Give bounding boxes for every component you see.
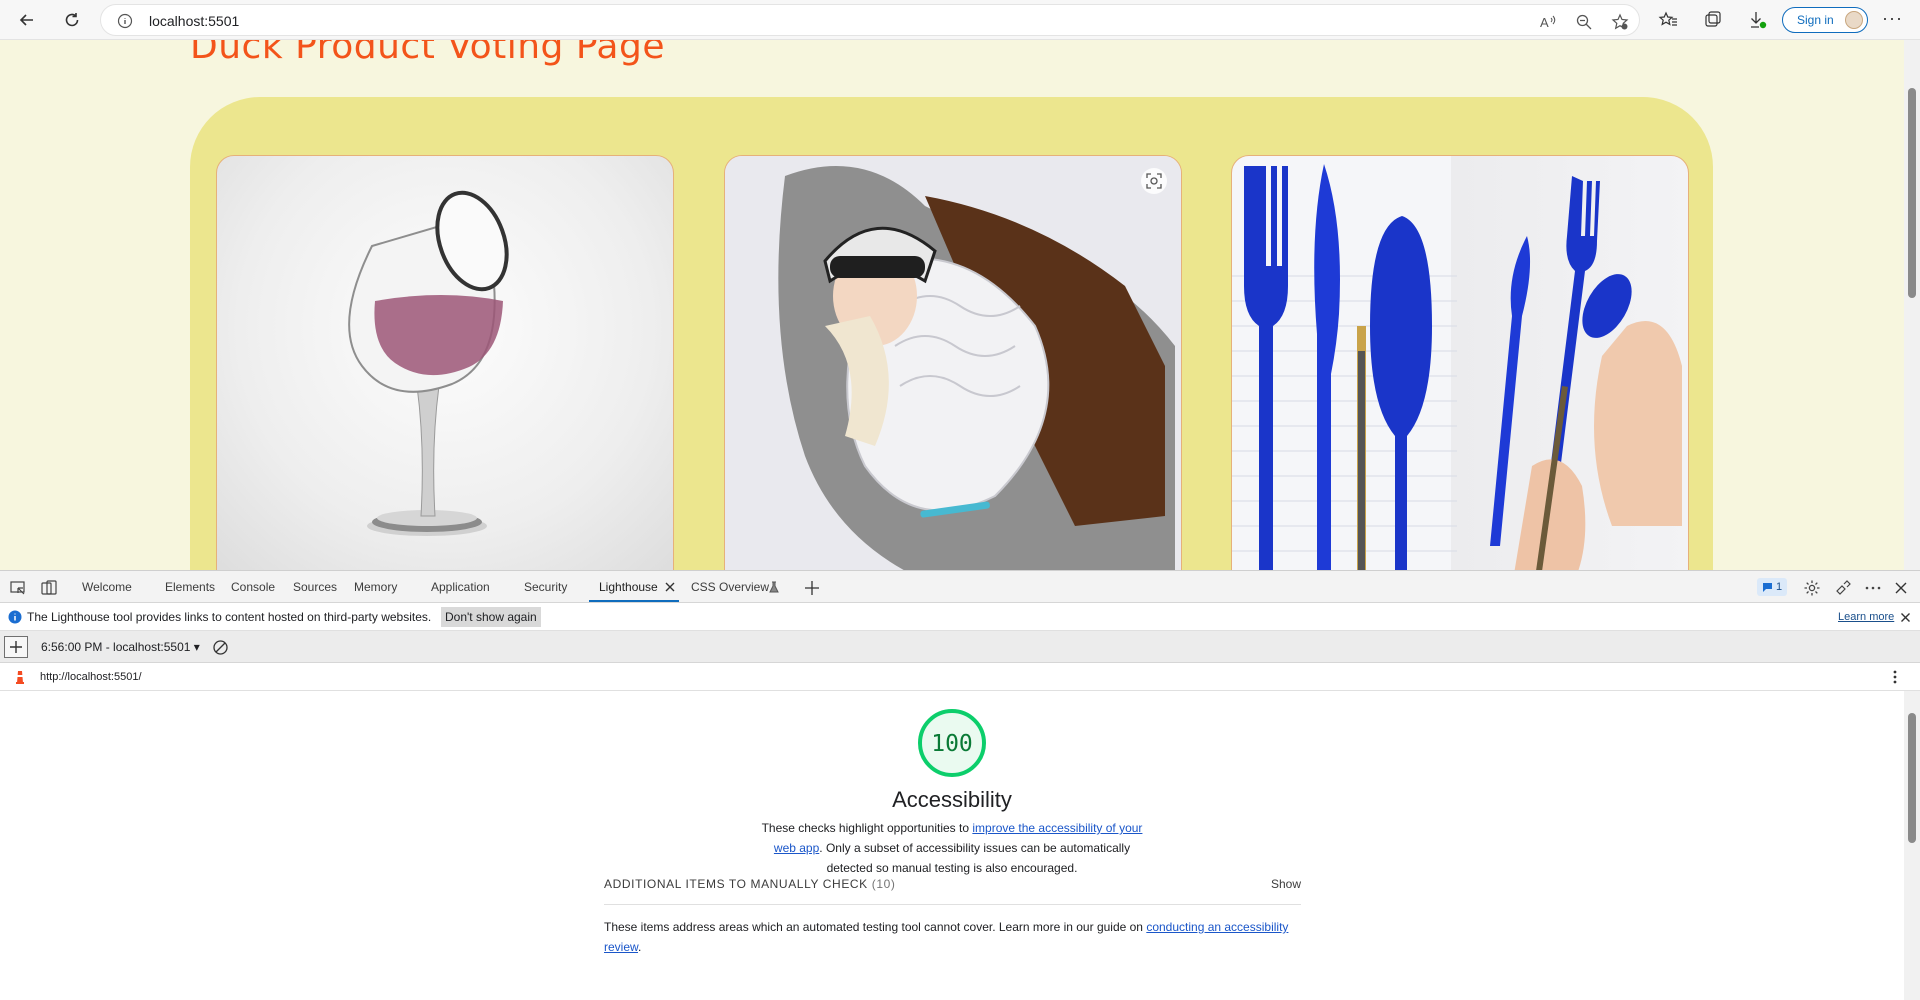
manual-check-count: (10) [871,877,896,891]
svg-text:A: A [1540,15,1549,30]
devtools-panel: Welcome Elements Console Sources Memory … [0,570,1920,1000]
report-selector[interactable]: 6:56:00 PM - localhost:5501 ▾ [41,640,200,654]
manual-desc-prefix: These items address areas which an autom… [604,920,1147,934]
page-viewport: Duck Product Voting Page [0,40,1920,570]
report-menu-icon[interactable] [1888,669,1902,685]
manual-check-description: These items address areas which an autom… [604,917,1301,957]
zoom-icon[interactable] [1575,13,1593,31]
new-report-button[interactable] [4,636,28,658]
plus-icon [10,641,22,653]
accessibility-score: 100 [931,731,973,757]
dropdown-arrow-icon: ▾ [193,640,200,654]
browser-toolbar: localhost:5501 A Sign in ··· [0,0,1920,40]
tab-sources[interactable]: Sources [293,580,337,594]
tab-lighthouse[interactable]: Lighthouse [599,580,658,594]
tab-application[interactable]: Application [431,580,490,594]
lighthouse-icon [16,671,24,684]
refresh-icon [65,13,79,27]
category-description: These checks highlight opportunities to … [752,818,1152,878]
back-button[interactable] [12,5,42,35]
product-card-sleeping-bag[interactable] [724,155,1182,570]
connect-device-icon[interactable] [1834,579,1852,597]
refresh-button[interactable] [57,5,87,35]
devtools-tab-bar: Welcome Elements Console Sources Memory … [0,571,1920,603]
visual-search-button[interactable] [1141,168,1167,194]
blue-cutlery-product-image[interactable] [1232,156,1689,570]
info-message: The Lighthouse tool provides links to co… [27,610,432,624]
description-prefix: These checks highlight opportunities to [761,821,973,835]
add-favorite-icon[interactable] [1611,13,1629,31]
clear-all-icon[interactable] [212,639,229,656]
manual-check-title: ADDITIONAL ITEMS TO MANUALLY CHECK (10) [604,877,895,891]
active-tab-indicator [589,600,679,602]
tab-console[interactable]: Console [231,580,275,594]
experimental-flask-icon [769,581,779,593]
sleeping-bag-product-image[interactable] [725,156,1182,570]
page-scrollbar-thumb[interactable] [1908,88,1916,298]
collections-icon[interactable] [1703,10,1723,30]
avatar [1845,11,1863,29]
category-title: Accessibility [892,787,1012,812]
page-scrollbar[interactable] [1904,40,1920,570]
devtools-scrollbar[interactable] [1904,691,1920,1000]
glass-product-image[interactable] [217,156,674,570]
dont-show-again-button[interactable]: Don't show again [441,607,541,627]
favorites-icon[interactable] [1658,10,1678,30]
devtools-scrollbar-thumb[interactable] [1908,713,1916,843]
page-title: Duck Product Voting Page [190,40,665,67]
tab-css-overview[interactable]: CSS Overview [691,580,769,594]
info-icon [8,610,22,624]
device-emulation-icon[interactable] [40,579,58,597]
show-button[interactable]: Show [1271,877,1301,891]
read-aloud-icon[interactable]: A [1539,13,1557,31]
more-icon[interactable]: ··· [1882,8,1903,29]
close-devtools-icon[interactable] [1892,579,1910,597]
learn-more-link[interactable]: Learn more [1838,611,1894,623]
more-tabs-plus-icon[interactable] [803,579,821,597]
lighthouse-report: 100 Accessibility These checks highlight… [0,691,1904,1000]
tab-security[interactable]: Security [524,580,567,594]
manual-desc-suffix: . [638,940,642,954]
issues-badge[interactable]: 1 [1757,578,1787,596]
tab-welcome[interactable]: Welcome [82,580,132,594]
product-card-glass[interactable] [216,155,674,570]
sign-in-label: Sign in [1797,13,1834,27]
product-card-cutlery[interactable] [1231,155,1689,570]
report-url[interactable]: http://localhost:5501/ [40,671,142,683]
visual-search-icon [1146,173,1162,189]
manual-check-label: ADDITIONAL ITEMS TO MANUALLY CHECK [604,877,868,891]
tab-memory[interactable]: Memory [354,580,397,594]
issues-count: 1 [1775,581,1783,593]
manual-check-header[interactable]: ADDITIONAL ITEMS TO MANUALLY CHECK (10) … [604,875,1301,905]
close-tab-icon[interactable] [663,580,677,594]
third-party-info-bar: The Lighthouse tool provides links to co… [0,603,1920,631]
address-bar[interactable]: localhost:5501 A [100,4,1640,36]
site-info-icon[interactable] [117,13,133,29]
inspect-element-icon[interactable] [9,579,27,597]
description-suffix: . Only a subset of accessibility issues … [819,841,1131,875]
close-info-icon[interactable] [1900,612,1911,623]
report-selector-label: 6:56:00 PM - localhost:5501 [41,640,191,654]
address-url[interactable]: localhost:5501 [149,13,239,29]
downloads-icon[interactable] [1748,10,1768,30]
report-url-bar: http://localhost:5501/ [0,663,1920,691]
tab-elements[interactable]: Elements [165,580,215,594]
issues-icon [1762,582,1772,592]
sign-in-button[interactable]: Sign in [1782,7,1868,33]
customize-menu-icon[interactable] [1864,579,1882,597]
lighthouse-report-toolbar: 6:56:00 PM - localhost:5501 ▾ [0,631,1920,663]
back-icon [19,14,33,26]
settings-gear-icon[interactable] [1803,579,1821,597]
